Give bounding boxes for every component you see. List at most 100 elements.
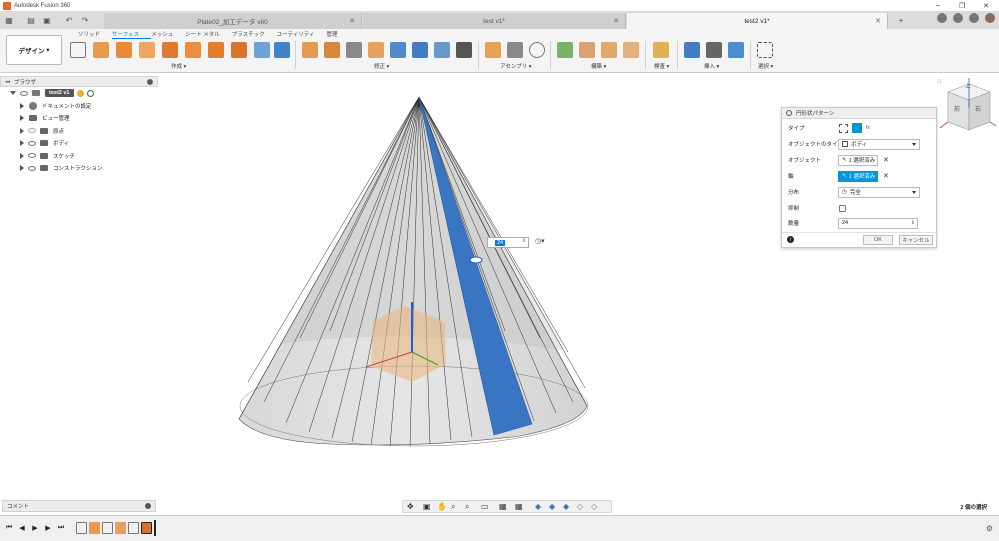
type-faces-icon[interactable]: [839, 123, 848, 133]
thicken-icon[interactable]: [254, 42, 270, 58]
undo-icon[interactable]: ↶: [62, 13, 76, 27]
group-assemble[interactable]: アセンブリ ▾: [500, 62, 532, 70]
measure-icon[interactable]: [653, 42, 669, 58]
go-to-end-icon[interactable]: ⏭: [57, 524, 65, 532]
shaded-icon[interactable]: ◆: [535, 502, 541, 511]
tab-test[interactable]: test v1* ✕: [363, 13, 626, 29]
tree-item-construction[interactable]: コンストラクション: [0, 162, 158, 175]
new-tab-icon[interactable]: +: [894, 13, 908, 27]
hidden-edges-icon[interactable]: ◆: [563, 502, 569, 511]
minimize-button[interactable]: –: [926, 0, 950, 11]
tab-plastic[interactable]: プラスチック: [232, 30, 277, 39]
collapse-dialog-icon[interactable]: [786, 110, 792, 116]
group-construct[interactable]: 構築 ▾: [591, 62, 606, 70]
maximize-button[interactable]: ❐: [950, 0, 974, 11]
group-select[interactable]: 選択 ▾: [758, 62, 773, 70]
untrim-icon[interactable]: [324, 42, 340, 58]
workspace-switcher-button[interactable]: デザイン ▾: [6, 35, 62, 65]
group-inspect[interactable]: 検査 ▾: [654, 62, 669, 70]
timeline-pattern-icon[interactable]: [141, 522, 152, 534]
pin-icon[interactable]: [147, 79, 153, 85]
file-menu-icon[interactable]: ▤: [24, 13, 38, 27]
canvas-icon[interactable]: [728, 42, 744, 58]
clear-axis-icon[interactable]: ✕: [883, 172, 889, 180]
sweep-icon[interactable]: [139, 42, 155, 58]
reverse-normal-icon[interactable]: [434, 42, 450, 58]
radio-icon[interactable]: [86, 89, 94, 97]
fit-icon[interactable]: ⌕: [465, 502, 469, 512]
loft-icon[interactable]: [162, 42, 178, 58]
visibility-eye-icon[interactable]: [28, 140, 36, 146]
info-icon[interactable]: i: [787, 236, 794, 243]
timeline-sketch-icon[interactable]: [102, 522, 113, 534]
tree-item-sketches[interactable]: スケッチ: [0, 150, 158, 163]
split-icon[interactable]: [346, 42, 362, 58]
job-status-icon[interactable]: [937, 13, 947, 23]
close-icon[interactable]: ✕: [613, 17, 619, 25]
expand-icon[interactable]: [20, 115, 24, 122]
unstitch-icon[interactable]: [412, 42, 428, 58]
visibility-eye-icon[interactable]: [20, 90, 28, 96]
go-to-start-icon[interactable]: ⏮: [5, 524, 13, 532]
expand-icon[interactable]: [20, 102, 24, 109]
play-icon[interactable]: ▶: [31, 524, 39, 532]
tree-item-named-views[interactable]: ビュー管理: [0, 112, 158, 125]
inline-quantity-field[interactable]: 24 ⇕: [487, 237, 529, 248]
tree-item-origin[interactable]: 原点: [0, 125, 158, 138]
shaded-edges-icon[interactable]: ◆: [549, 502, 555, 511]
clear-objects-icon[interactable]: ✕: [883, 156, 889, 164]
save-icon[interactable]: ▣: [40, 13, 54, 27]
tab-sheet-metal[interactable]: シート メタル: [185, 30, 232, 39]
tab-manage[interactable]: 管理: [326, 30, 349, 39]
app-grid-icon[interactable]: ▦: [2, 13, 16, 27]
home-view-icon[interactable]: ⌂: [937, 78, 941, 85]
extend-icon[interactable]: [368, 42, 384, 58]
suppress-checkbox[interactable]: [839, 204, 846, 212]
trim-icon[interactable]: [302, 42, 318, 58]
tree-item-document-settings[interactable]: ドキュメントの設定: [0, 100, 158, 113]
tab-plate02[interactable]: Plate02_加工データ v60 ✕: [104, 13, 362, 29]
object-type-select[interactable]: ボディ: [838, 138, 920, 150]
type-bodies-icon[interactable]: [852, 123, 862, 133]
offset-plane-icon[interactable]: [557, 42, 573, 58]
create-sketch-icon[interactable]: [70, 42, 86, 58]
insert-mesh-icon[interactable]: [706, 42, 722, 58]
group-insert[interactable]: 挿入 ▾: [704, 62, 719, 70]
comments-panel[interactable]: コメント: [2, 500, 156, 512]
spinner-icon[interactable]: ⇕: [522, 238, 526, 244]
timeline-sketch-icon[interactable]: [128, 522, 139, 534]
tab-surface[interactable]: サーフェス: [112, 30, 152, 39]
ok-button[interactable]: OK: [863, 235, 893, 245]
axis-selection[interactable]: ↖ 1 選択済み: [838, 170, 878, 182]
boundary-fill-icon[interactable]: [274, 42, 290, 58]
wireframe-icon[interactable]: ◇: [577, 502, 583, 511]
expand-icon[interactable]: [20, 140, 24, 147]
close-icon[interactable]: ✕: [875, 17, 881, 25]
timeline-extrude-icon[interactable]: [89, 522, 100, 534]
tab-mesh[interactable]: メッシュ: [151, 30, 185, 39]
move-icon[interactable]: [456, 42, 472, 58]
tab-test2[interactable]: test2 v1* ✕: [627, 13, 888, 29]
visibility-eye-icon[interactable]: [28, 153, 36, 159]
expand-icon[interactable]: [20, 127, 24, 134]
collapse-icon[interactable]: ◂◂: [5, 79, 10, 85]
midplane-icon[interactable]: [623, 42, 639, 58]
cancel-button[interactable]: キャンセル: [899, 235, 933, 245]
select-icon[interactable]: [757, 42, 773, 58]
ruled-icon[interactable]: [208, 42, 224, 58]
close-window-button[interactable]: ✕: [974, 0, 998, 11]
redo-icon[interactable]: ↷: [78, 13, 92, 27]
zoom-icon[interactable]: ⌕: [451, 502, 455, 512]
tab-utility[interactable]: ユーティリティ: [277, 30, 327, 39]
timeline-sketch-icon[interactable]: [76, 522, 87, 534]
visible-edges-icon[interactable]: ◇: [591, 502, 597, 511]
avatar[interactable]: [985, 13, 995, 23]
distribution-select[interactable]: ◷ 完全: [838, 186, 920, 198]
spinner-icon[interactable]: ⇕: [911, 220, 915, 226]
display-settings-icon[interactable]: ▭: [481, 502, 489, 511]
step-back-icon[interactable]: ◀: [18, 524, 26, 532]
timeline-settings-icon[interactable]: ⚙: [986, 524, 993, 533]
extrude-icon[interactable]: [93, 42, 109, 58]
timeline-marker[interactable]: [154, 520, 156, 536]
activate-icon[interactable]: [76, 89, 84, 97]
